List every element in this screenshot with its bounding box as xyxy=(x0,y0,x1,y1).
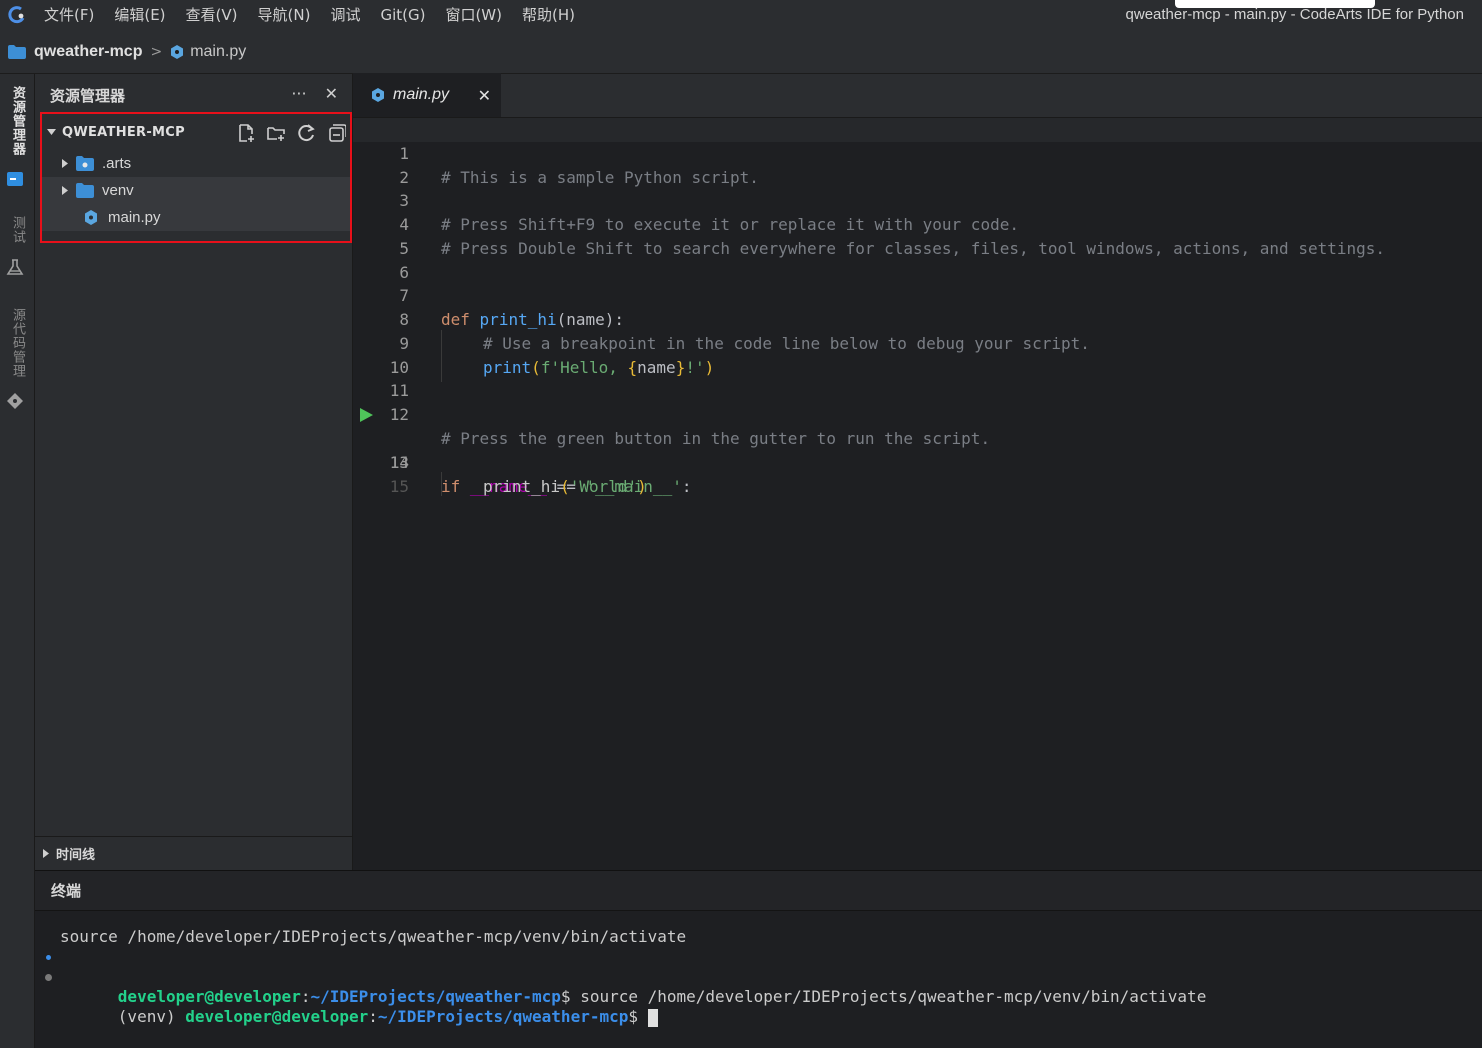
code-line-15: 15 xyxy=(353,451,1482,496)
breadcrumb: qweather-mcp > main.py xyxy=(0,30,1482,74)
command-success-dot-icon xyxy=(46,955,51,960)
terminal-line: source /home/developer/IDEProjects/qweat… xyxy=(35,927,1206,947)
terminal-path: ~/IDEProjects/qweather-mcp xyxy=(310,987,561,1006)
menu-debug[interactable]: 调试 xyxy=(320,0,370,30)
terminal-user: developer@developer xyxy=(117,987,301,1006)
run-gutter-icon[interactable] xyxy=(359,408,373,422)
more-actions-icon[interactable]: ··· xyxy=(291,84,306,103)
line-number: 15 xyxy=(389,477,409,496)
terminal-panel: 终端 source /home/developer/IDEProjects/qw… xyxy=(35,870,1482,1048)
code-line-4: 4 # Press Double Shift to search everywh… xyxy=(353,189,1482,258)
activity-explorer-label[interactable]: 资源管理器 xyxy=(5,86,27,156)
menu-file[interactable]: 文件(F) xyxy=(34,0,104,30)
folder-icon xyxy=(76,183,94,198)
tab-main-py[interactable]: main.py ✕ xyxy=(353,73,501,117)
breadcrumb-file[interactable]: main.py xyxy=(190,43,246,61)
terminal-output[interactable]: source /home/developer/IDEProjects/qweat… xyxy=(35,927,1206,1027)
terminal-text: : xyxy=(368,1007,378,1026)
editor-tabbar: main.py ✕ xyxy=(353,73,1482,118)
menu-window[interactable]: 窗口(W) xyxy=(435,0,512,30)
tree-item-venv[interactable]: venv xyxy=(42,177,350,204)
git-icon[interactable] xyxy=(6,392,24,410)
code-line-12: 12 # Press the green button in the gutte… xyxy=(353,379,1482,448)
collapse-all-icon[interactable] xyxy=(326,123,346,143)
activity-bar: 资源管理器 测试 源代码管理 xyxy=(0,74,35,1048)
terminal-user: developer@developer xyxy=(185,1007,369,1026)
code-function: print_hi xyxy=(483,477,561,496)
tree-item-label: venv xyxy=(102,182,134,199)
code-editor: main.py ✕ 1 # This is a sample Python sc… xyxy=(353,73,1482,870)
terminal-title[interactable]: 终端 xyxy=(51,880,81,901)
python-file-icon xyxy=(171,44,184,59)
code-line-2: 2 xyxy=(353,142,1482,187)
code-line-11: 11 xyxy=(353,355,1482,400)
breadcrumb-separator: > xyxy=(150,43,163,60)
tree-item-label: .arts xyxy=(102,155,132,172)
new-folder-icon[interactable] xyxy=(266,123,286,143)
terminal-text: $ source /home/developer/IDEProjects/qwe… xyxy=(560,987,1207,1006)
timeline-title: 时间线 xyxy=(56,848,96,863)
menu-edit[interactable]: 编辑(E) xyxy=(104,0,175,30)
terminal-text: source /home/developer/IDEProjects/qweat… xyxy=(60,927,687,946)
code-line-3: 3 # Press Shift+F9 to execute it or repl… xyxy=(353,165,1482,234)
menu-bar: 文件(F) 编辑(E) 查看(V) 导航(N) 调试 Git(G) 窗口(W) … xyxy=(0,0,1482,30)
codearts-logo-icon[interactable] xyxy=(0,0,34,30)
refresh-icon[interactable] xyxy=(296,123,316,143)
chevron-down-icon[interactable] xyxy=(46,127,56,137)
tree-item-arts[interactable]: .arts xyxy=(42,150,350,177)
tab-label: main.py xyxy=(393,86,450,103)
sidebar-header: 资源管理器 ··· ✕ xyxy=(35,74,352,116)
settings-folder-icon xyxy=(76,156,94,171)
tree-item-label: main.py xyxy=(108,209,161,226)
code-line-10: 10 xyxy=(353,332,1482,377)
terminal-cursor xyxy=(647,1008,658,1027)
command-pending-dot-icon xyxy=(45,974,52,981)
python-file-icon xyxy=(372,88,384,102)
code-line-9: 9 print(f'Hello, {name}!') xyxy=(353,308,1482,377)
new-file-icon[interactable] xyxy=(236,123,256,143)
chevron-right-icon[interactable] xyxy=(60,159,70,169)
code-line-13: 13 if __name__ == '__main__': xyxy=(353,403,1482,496)
terminal-path: ~/IDEProjects/qweather-mcp xyxy=(377,1007,629,1026)
code-line-5: 5 xyxy=(353,213,1482,258)
code-paren: ) xyxy=(637,477,647,496)
code-string: 'World' xyxy=(569,477,638,496)
title-overlay xyxy=(1175,0,1375,8)
code-text: : xyxy=(681,477,692,496)
explorer-sidebar: 资源管理器 ··· ✕ QWEATHER-MCP .arts venv main… xyxy=(35,74,353,870)
terminal-venv: (venv) xyxy=(117,1007,186,1026)
terminal-header: 终端 xyxy=(35,871,1482,911)
python-file-icon xyxy=(85,210,97,225)
chevron-right-icon[interactable] xyxy=(43,849,50,858)
project-section-title: QWEATHER-MCP xyxy=(62,124,185,140)
activity-scm-label[interactable]: 源代码管理 xyxy=(5,308,27,378)
project-section-header[interactable]: QWEATHER-MCP xyxy=(42,114,350,150)
menu-navigate[interactable]: 导航(N) xyxy=(248,0,321,30)
terminal-text: $ xyxy=(628,1007,648,1026)
chevron-right-icon[interactable] xyxy=(60,186,70,196)
explorer-icon[interactable] xyxy=(6,170,24,188)
close-icon[interactable]: ✕ xyxy=(325,84,338,103)
flask-icon[interactable] xyxy=(6,258,24,276)
menu-git[interactable]: Git(G) xyxy=(370,0,435,30)
menu-view[interactable]: 查看(V) xyxy=(176,0,248,30)
timeline-section-header[interactable]: 时间线 xyxy=(35,836,352,870)
code-line-14: 14 print_hi('World') xyxy=(353,427,1482,496)
tab-close-icon[interactable]: ✕ xyxy=(478,86,491,105)
code-line-6: 6 xyxy=(353,237,1482,282)
activity-test-label[interactable]: 测试 xyxy=(5,216,27,244)
code-paren: ( xyxy=(560,477,570,496)
folder-icon xyxy=(8,44,26,59)
code-line-8: 8 # Use a breakpoint in the code line be… xyxy=(353,284,1482,353)
terminal-line: (venv) developer@developer:~/IDEProjects… xyxy=(35,967,1206,1027)
breadcrumb-project[interactable]: qweather-mcp xyxy=(34,43,142,61)
tree-item-main-py[interactable]: main.py xyxy=(42,204,350,231)
code-line-1: 1 # This is a sample Python script. xyxy=(353,118,1482,187)
menu-help[interactable]: 帮助(H) xyxy=(512,0,585,30)
sidebar-title: 资源管理器 xyxy=(50,86,126,105)
project-tree-section: QWEATHER-MCP .arts venv main.py xyxy=(40,112,352,243)
code-line-7: 7 def print_hi(name): xyxy=(353,260,1482,329)
code-keyword: if xyxy=(441,477,461,496)
terminal-line: developer@developer:~/IDEProjects/qweath… xyxy=(35,947,1206,1006)
